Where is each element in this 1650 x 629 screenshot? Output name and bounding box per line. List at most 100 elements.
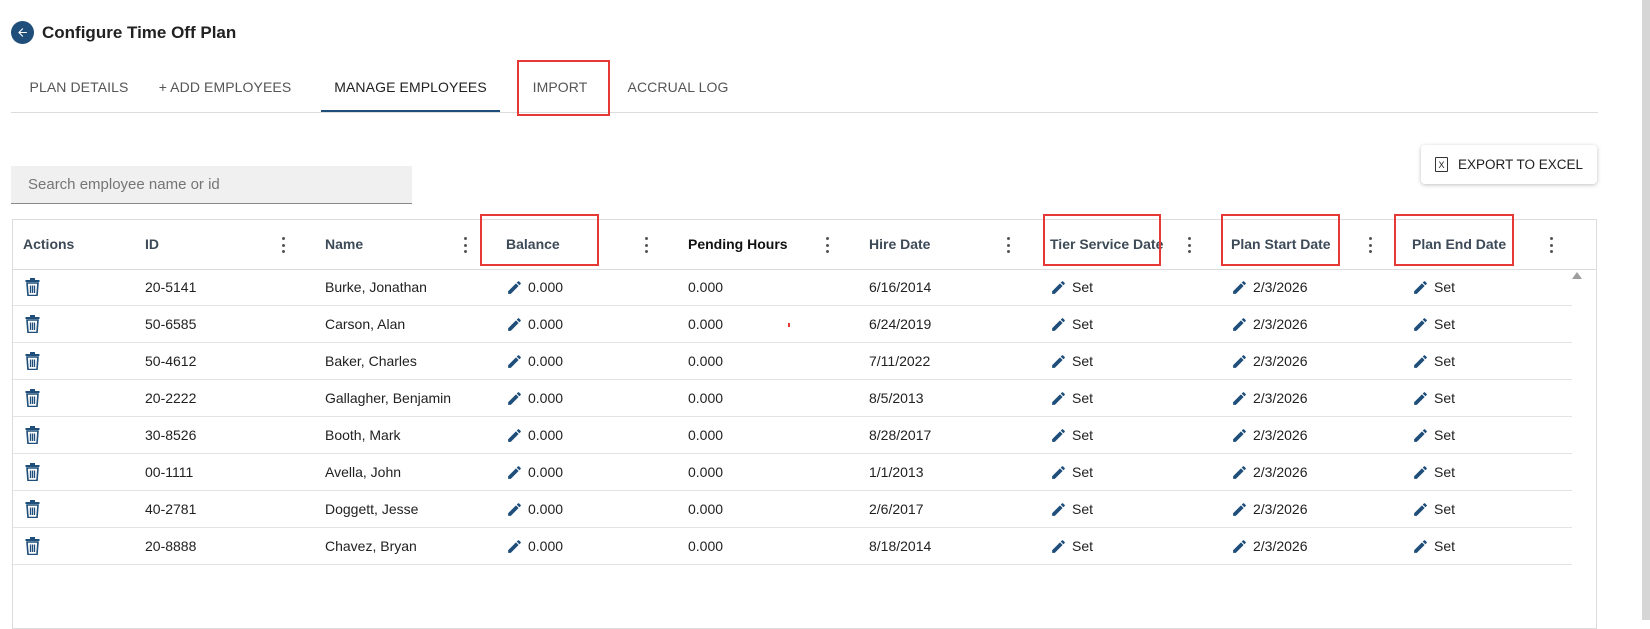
edit-balance-button[interactable]: 0.000 bbox=[506, 306, 563, 342]
delete-trash-icon[interactable] bbox=[25, 278, 40, 301]
cell-balance: 0.000 bbox=[528, 316, 564, 332]
arrow-left-icon bbox=[18, 28, 27, 37]
column-header-plan-start-date[interactable]: Plan Start Date bbox=[1231, 220, 1331, 269]
edit-plan-start-date-button[interactable]: 2/3/2026 bbox=[1231, 269, 1308, 305]
cell-id: 00-1111 bbox=[145, 464, 194, 480]
tab-import[interactable]: IMPORT bbox=[519, 64, 601, 110]
page-scrollbar[interactable] bbox=[1642, 0, 1650, 620]
delete-trash-icon[interactable] bbox=[25, 426, 40, 449]
edit-balance-button[interactable]: 0.000 bbox=[506, 343, 563, 379]
edit-balance-button[interactable]: 0.000 bbox=[506, 269, 563, 305]
edit-tier-service-date-button[interactable]: Set bbox=[1050, 528, 1093, 564]
edit-plan-end-date-button[interactable]: Set bbox=[1412, 306, 1455, 342]
edit-plan-start-date-button[interactable]: 2/3/2026 bbox=[1231, 491, 1308, 527]
edit-balance-button[interactable]: 0.000 bbox=[506, 491, 563, 527]
back-button[interactable] bbox=[11, 21, 34, 44]
delete-trash-icon[interactable] bbox=[25, 315, 40, 338]
column-header-tier-service-date[interactable]: Tier Service Date bbox=[1050, 220, 1163, 269]
export-to-excel-button[interactable]: X EXPORT TO EXCEL bbox=[1421, 145, 1597, 184]
cell-plan-start-date: 2/3/2026 bbox=[1253, 427, 1308, 443]
cell-plan-end-date: Set bbox=[1434, 464, 1456, 480]
scrollbar-thumb[interactable] bbox=[1642, 0, 1650, 620]
pencil-icon bbox=[1414, 465, 1427, 479]
edit-balance-button[interactable]: 0.000 bbox=[506, 417, 563, 453]
cell-id: 40-2781 bbox=[145, 501, 197, 517]
edit-plan-end-date-button[interactable]: Set bbox=[1412, 380, 1455, 416]
cell-hire-date: 6/16/2014 bbox=[869, 279, 932, 295]
cell-tier-service-date: Set bbox=[1072, 353, 1094, 369]
column-header-id[interactable]: ID bbox=[145, 220, 159, 269]
delete-trash-icon[interactable] bbox=[25, 500, 40, 523]
delete-trash-icon[interactable] bbox=[25, 463, 40, 486]
pencil-icon bbox=[1052, 539, 1065, 553]
cell-tier-service-date: Set bbox=[1072, 464, 1094, 480]
table-row: 30-8526 Booth, Mark 0.000 0.000 8/28/2017 Set… bbox=[13, 417, 1572, 454]
column-menu-id-icon[interactable] bbox=[281, 237, 285, 253]
grid-scroll-up-icon[interactable] bbox=[1572, 272, 1582, 279]
cell-pending-hours: 0.000 bbox=[688, 427, 724, 443]
edit-tier-service-date-button[interactable]: Set bbox=[1050, 454, 1093, 490]
excel-file-icon: X bbox=[1434, 157, 1448, 172]
cell-plan-end-date: Set bbox=[1434, 316, 1456, 332]
column-menu-balance-icon[interactable] bbox=[644, 237, 648, 253]
edit-balance-button[interactable]: 0.000 bbox=[506, 454, 563, 490]
delete-trash-icon[interactable] bbox=[25, 352, 40, 375]
pencil-icon bbox=[1414, 502, 1427, 516]
column-header-hire-date[interactable]: Hire Date bbox=[869, 220, 930, 269]
edit-plan-start-date-button[interactable]: 2/3/2026 bbox=[1231, 454, 1308, 490]
cell-tier-service-date: Set bbox=[1072, 279, 1094, 295]
cell-pending-hours: 0.000 bbox=[688, 279, 724, 295]
edit-plan-start-date-button[interactable]: 2/3/2026 bbox=[1231, 528, 1308, 564]
edit-plan-start-date-button[interactable]: 2/3/2026 bbox=[1231, 380, 1308, 416]
column-menu-plan-start-icon[interactable] bbox=[1368, 237, 1372, 253]
edit-tier-service-date-button[interactable]: Set bbox=[1050, 417, 1093, 453]
search-input[interactable] bbox=[11, 166, 412, 203]
edit-tier-service-date-button[interactable]: Set bbox=[1050, 269, 1093, 305]
edit-plan-end-date-button[interactable]: Set bbox=[1412, 343, 1455, 379]
column-header-pending-hours[interactable]: Pending Hours bbox=[688, 220, 788, 269]
pencil-icon bbox=[1233, 502, 1246, 516]
pencil-icon bbox=[508, 391, 521, 405]
column-header-plan-end-date[interactable]: Plan End Date bbox=[1412, 220, 1506, 269]
edit-plan-start-date-button[interactable]: 2/3/2026 bbox=[1231, 306, 1308, 342]
column-menu-pending-icon[interactable] bbox=[825, 237, 829, 253]
table-row: 50-6585 Carson, Alan 0.000 0.000 6/24/2019 Se… bbox=[13, 306, 1572, 343]
pencil-icon bbox=[1233, 428, 1246, 442]
column-menu-tier-icon[interactable] bbox=[1187, 237, 1191, 253]
edit-plan-end-date-button[interactable]: Set bbox=[1412, 491, 1455, 527]
tab-add-employees[interactable]: + ADD EMPLOYEES bbox=[157, 64, 293, 110]
delete-trash-icon[interactable] bbox=[25, 389, 40, 412]
cell-balance: 0.000 bbox=[528, 390, 564, 406]
edit-balance-button[interactable]: 0.000 bbox=[506, 380, 563, 416]
delete-trash-icon[interactable] bbox=[25, 537, 40, 560]
column-menu-name-icon[interactable] bbox=[463, 237, 467, 253]
tab-plan-details[interactable]: PLAN DETAILS bbox=[11, 64, 147, 110]
cell-plan-end-date: Set bbox=[1434, 353, 1456, 369]
edit-plan-start-date-button[interactable]: 2/3/2026 bbox=[1231, 343, 1308, 379]
edit-tier-service-date-button[interactable]: Set bbox=[1050, 343, 1093, 379]
edit-balance-button[interactable]: 0.000 bbox=[506, 528, 563, 564]
employee-grid: Actions ID Name Balance Pending Hours Hi… bbox=[12, 219, 1597, 629]
pencil-icon bbox=[508, 428, 521, 442]
column-menu-plan-end-icon[interactable] bbox=[1549, 237, 1553, 253]
column-header-name[interactable]: Name bbox=[325, 220, 363, 269]
cell-plan-start-date: 2/3/2026 bbox=[1253, 279, 1308, 295]
tab-accrual-log[interactable]: ACCRUAL LOG bbox=[625, 64, 731, 110]
cell-id: 20-5141 bbox=[145, 279, 197, 295]
tab-manage-employees[interactable]: MANAGE EMPLOYEES bbox=[321, 64, 500, 112]
edit-tier-service-date-button[interactable]: Set bbox=[1050, 491, 1093, 527]
edit-plan-end-date-button[interactable]: Set bbox=[1412, 269, 1455, 305]
edit-plan-start-date-button[interactable]: 2/3/2026 bbox=[1231, 417, 1308, 453]
column-header-balance[interactable]: Balance bbox=[506, 220, 560, 269]
edit-tier-service-date-button[interactable]: Set bbox=[1050, 380, 1093, 416]
pencil-icon bbox=[1233, 391, 1246, 405]
edit-plan-end-date-button[interactable]: Set bbox=[1412, 417, 1455, 453]
edit-plan-end-date-button[interactable]: Set bbox=[1412, 528, 1455, 564]
cell-plan-start-date: 2/3/2026 bbox=[1253, 353, 1308, 369]
pencil-icon bbox=[1052, 317, 1065, 331]
edit-plan-end-date-button[interactable]: Set bbox=[1412, 454, 1455, 490]
cell-balance: 0.000 bbox=[528, 353, 564, 369]
cell-hire-date: 1/1/2013 bbox=[869, 464, 924, 480]
edit-tier-service-date-button[interactable]: Set bbox=[1050, 306, 1093, 342]
column-menu-hire-icon[interactable] bbox=[1006, 237, 1010, 253]
